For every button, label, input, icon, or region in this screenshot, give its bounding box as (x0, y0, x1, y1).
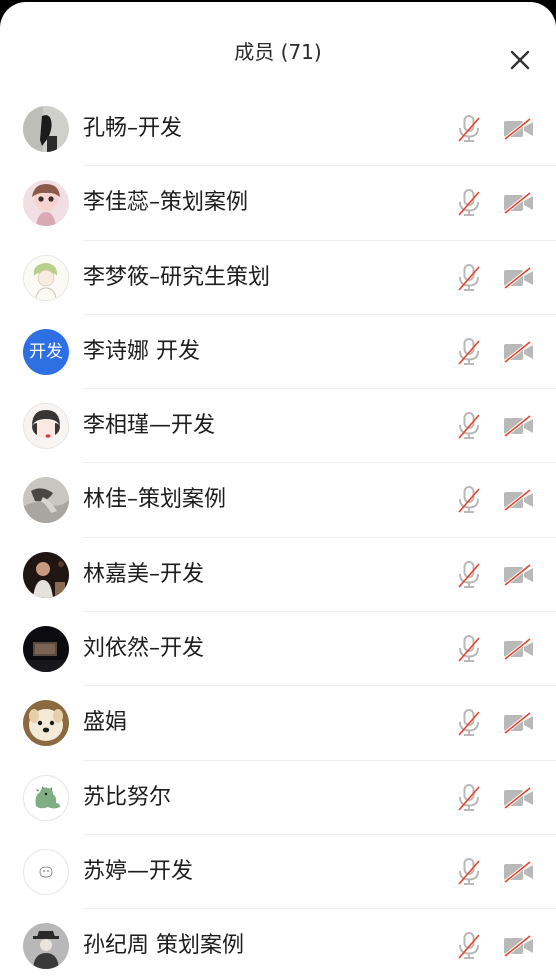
mic-toggle-button[interactable] (456, 634, 482, 664)
member-row[interactable]: 盛娟 (0, 686, 556, 761)
mic-off-icon (458, 189, 480, 217)
member-name: 李相瑾—开发 (83, 413, 216, 439)
members-sheet: 成员 (71) 孔畅–开发 李佳蕊–策划案例 李梦筱–研究生策划 开发 李诗娜 … (0, 2, 556, 980)
member-name: 李佳蕊–策划案例 (83, 190, 249, 216)
camera-toggle-button[interactable] (503, 637, 535, 661)
member-row[interactable]: 李梦筱–研究生策划 (0, 241, 556, 315)
mic-toggle-button[interactable] (456, 337, 482, 367)
camera-toggle-button[interactable] (503, 266, 535, 289)
member-avatar (23, 403, 69, 450)
close-button[interactable] (508, 48, 532, 72)
member-avatar (23, 254, 69, 301)
mic-toggle-button[interactable] (456, 411, 482, 441)
header: 成员 (71) (0, 2, 556, 70)
mic-toggle-button[interactable] (456, 114, 482, 144)
camera-off-icon (503, 266, 533, 289)
camera-off-icon (503, 934, 533, 958)
mic-toggle-button[interactable] (456, 708, 482, 738)
mic-off-icon (458, 783, 480, 811)
camera-off-icon (503, 414, 533, 438)
camera-toggle-button[interactable] (503, 489, 535, 512)
member-row[interactable]: 苏比努尔 (0, 761, 556, 835)
member-row[interactable]: 林佳–策划案例 (0, 463, 556, 538)
member-avatar (23, 180, 69, 227)
camera-off-icon (503, 563, 533, 587)
member-row[interactable]: 林嘉美–开发 (0, 538, 556, 613)
member-name: 林佳–策划案例 (83, 487, 227, 513)
member-row[interactable]: 开发 李诗娜 开发 (0, 315, 556, 390)
member-avatar (23, 774, 69, 821)
mic-off-icon (458, 337, 480, 365)
member-name: 孙纪周 策划案例 (83, 933, 244, 959)
mic-toggle-button[interactable] (456, 188, 482, 218)
camera-off-icon (503, 489, 533, 512)
member-row[interactable]: 李相瑾—开发 (0, 389, 556, 464)
member-avatar (23, 923, 69, 970)
member-name: 苏婷—开发 (83, 858, 194, 884)
member-name: 刘依然–开发 (83, 636, 205, 662)
camera-toggle-button[interactable] (503, 934, 535, 958)
mic-off-icon (458, 486, 480, 514)
mic-off-icon (458, 857, 480, 885)
member-list: 孔畅–开发 李佳蕊–策划案例 李梦筱–研究生策划 开发 李诗娜 开发 李相瑾—开… (0, 92, 556, 980)
camera-off-icon (503, 786, 533, 810)
member-avatar (23, 700, 69, 747)
camera-off-icon (503, 340, 533, 364)
member-avatar: 开发 (23, 328, 69, 375)
close-icon (510, 50, 530, 70)
member-avatar (23, 106, 69, 152)
member-name: 盛娟 (83, 710, 128, 736)
member-name: 林嘉美–开发 (83, 561, 205, 587)
member-name: 孔畅–开发 (83, 116, 183, 141)
camera-toggle-button[interactable] (503, 414, 535, 438)
camera-off-icon (503, 637, 533, 661)
mic-off-icon (458, 412, 480, 440)
member-avatar (23, 551, 69, 598)
member-avatar (23, 626, 69, 673)
member-row[interactable]: 刘依然–开发 (0, 612, 556, 687)
mic-off-icon (458, 932, 480, 960)
mic-off-icon (458, 115, 480, 142)
member-avatar (23, 477, 69, 524)
camera-off-icon (503, 860, 533, 884)
mic-toggle-button[interactable] (456, 783, 482, 813)
member-name: 苏比努尔 (83, 784, 172, 810)
member-row[interactable]: 苏婷—开发 (0, 835, 556, 910)
mic-off-icon (458, 263, 480, 291)
camera-off-icon (503, 191, 533, 215)
camera-toggle-button[interactable] (503, 712, 535, 735)
camera-toggle-button[interactable] (503, 340, 535, 364)
member-row[interactable]: 李佳蕊–策划案例 (0, 166, 556, 241)
member-name: 李诗娜 开发 (83, 338, 200, 364)
mic-off-icon (458, 635, 480, 663)
member-name: 李梦筱–研究生策划 (83, 264, 271, 290)
mic-toggle-button[interactable] (456, 560, 482, 590)
mic-off-icon (458, 709, 480, 737)
member-row[interactable]: 孔畅–开发 (0, 92, 556, 167)
camera-off-icon (503, 712, 533, 735)
camera-off-icon (503, 117, 533, 141)
mic-toggle-button[interactable] (456, 931, 482, 961)
mic-toggle-button[interactable] (456, 263, 482, 293)
member-row[interactable]: 孙纪周 策划案例 (0, 909, 556, 980)
members-title: 成员 (71) (234, 40, 322, 64)
camera-toggle-button[interactable] (503, 191, 535, 215)
camera-toggle-button[interactable] (503, 117, 535, 141)
mic-toggle-button[interactable] (456, 857, 482, 887)
camera-toggle-button[interactable] (503, 860, 535, 884)
mic-toggle-button[interactable] (456, 485, 482, 515)
member-avatar (23, 848, 69, 895)
camera-toggle-button[interactable] (503, 563, 535, 587)
camera-toggle-button[interactable] (503, 786, 535, 810)
mic-off-icon (458, 560, 480, 588)
